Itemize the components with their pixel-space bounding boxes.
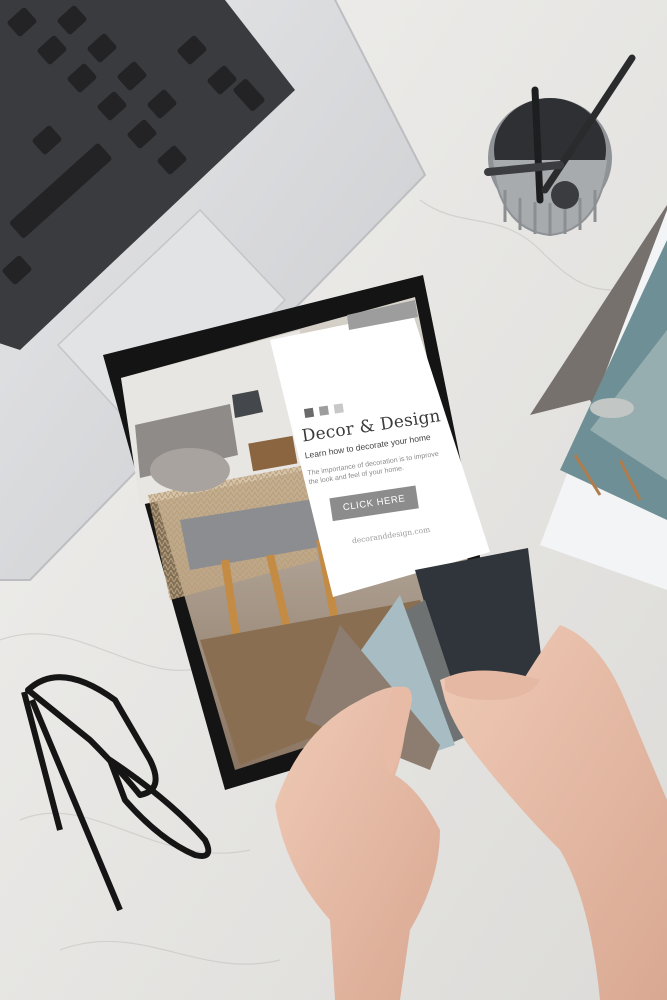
ad-url[interactable]: decoranddesign.com <box>351 519 467 546</box>
click-here-button[interactable]: CLICK HERE <box>329 485 419 522</box>
ad-swatch <box>318 405 330 416</box>
ad-swatch <box>303 407 315 419</box>
pencil-cap <box>551 181 579 209</box>
pencil <box>531 86 544 204</box>
ad-swatch <box>333 403 344 414</box>
pillow <box>150 448 230 492</box>
tablet-ad: Decor & Design Learn how to decorate you… <box>298 388 471 578</box>
